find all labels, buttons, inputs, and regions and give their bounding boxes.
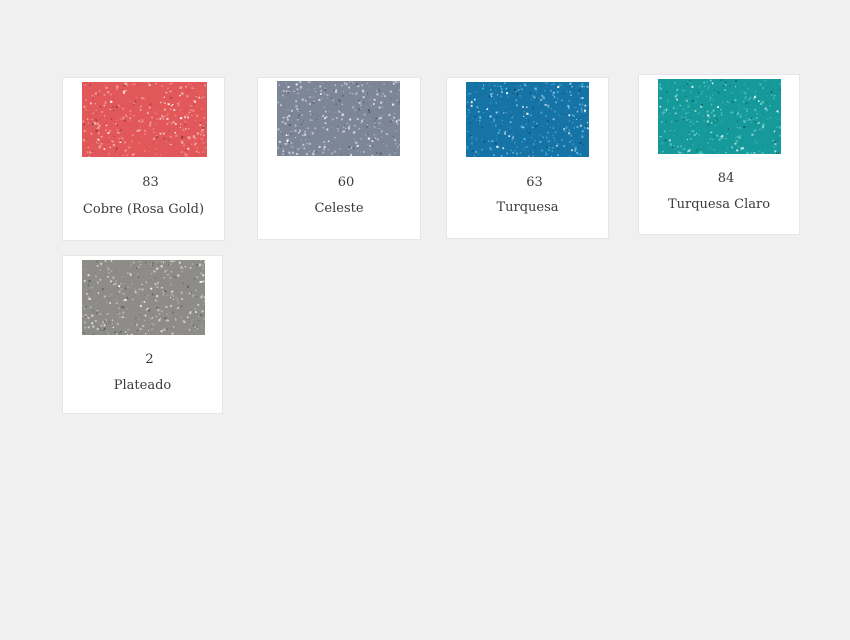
product-card-turquesa[interactable]: 63 Turquesa	[446, 77, 609, 239]
glitter-swatch-image[interactable]	[466, 82, 589, 157]
glitter-swatch-image[interactable]	[82, 82, 207, 157]
glitter-swatch-graphic	[82, 260, 205, 335]
product-card-celeste[interactable]: 60 Celeste	[257, 77, 421, 240]
product-name: Plateado	[113, 378, 172, 393]
glitter-swatch-image[interactable]	[82, 260, 205, 335]
glitter-swatch-graphic	[466, 82, 589, 157]
product-code: 84	[717, 171, 735, 186]
product-code: 60	[337, 175, 355, 190]
product-code: 83	[142, 175, 159, 190]
glitter-swatch-graphic	[82, 82, 207, 157]
product-name: Cobre (Rosa Gold)	[82, 202, 205, 217]
product-name: Turquesa Claro	[667, 197, 771, 212]
product-name: Celeste	[314, 201, 364, 216]
product-card-turquesa-claro[interactable]: 84 Turquesa Claro	[638, 74, 800, 235]
glitter-swatch-graphic	[277, 81, 400, 156]
glitter-swatch-image[interactable]	[658, 79, 781, 154]
glitter-swatch-graphic	[658, 79, 781, 154]
product-name: Turquesa	[496, 200, 559, 215]
product-card-cobre-rosa-gold[interactable]: 83 Cobre (Rosa Gold)	[62, 77, 225, 241]
product-card-plateado[interactable]: 2 Plateado	[62, 255, 223, 414]
product-code: 63	[526, 175, 543, 190]
product-code: 2	[145, 352, 154, 367]
glitter-swatch-image[interactable]	[277, 81, 400, 156]
